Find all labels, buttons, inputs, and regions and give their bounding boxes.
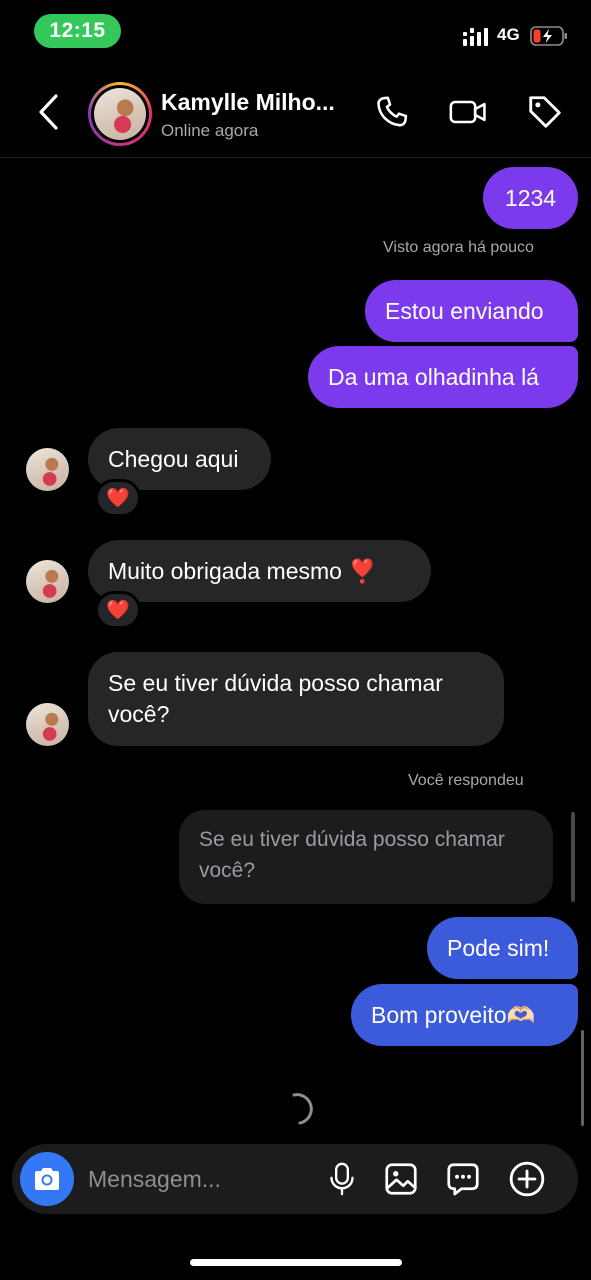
heart-reaction[interactable]: ❤️	[95, 591, 141, 629]
status-bar: 12:15 4G	[0, 0, 591, 62]
more-options-button[interactable]	[508, 1160, 546, 1198]
status-time: 12:15	[34, 14, 121, 48]
contact-avatar-small[interactable]	[26, 448, 69, 491]
tag-icon	[529, 96, 561, 128]
signal-icon	[463, 28, 488, 46]
sticker-icon	[447, 1163, 479, 1196]
camera-icon	[35, 1168, 59, 1190]
video-camera-icon	[449, 100, 486, 124]
sent-message[interactable]: Estou enviando	[365, 280, 578, 342]
camera-button[interactable]	[20, 1152, 74, 1206]
contact-avatar-small[interactable]	[26, 703, 69, 746]
message-text: Estou enviando	[385, 297, 544, 324]
sent-message[interactable]: Bom proveito🫶🏻	[351, 984, 578, 1046]
loading-spinner-icon	[292, 1093, 313, 1125]
heart-icon: ❤️	[106, 488, 130, 509]
network-label: 4G	[497, 25, 520, 44]
gallery-icon	[385, 1163, 417, 1195]
sent-message[interactable]: Da uma olhadinha lá	[308, 346, 578, 408]
message-text: Chegou aqui	[108, 445, 239, 472]
message-text-line: você?	[108, 701, 170, 727]
message-input[interactable]	[88, 1162, 308, 1196]
microphone-icon	[330, 1162, 354, 1196]
voice-message-button[interactable]	[323, 1160, 361, 1198]
phone-icon	[377, 96, 408, 127]
chat-header: Kamylle Milho... Online agora	[0, 62, 591, 158]
heart-icon: ❤️	[106, 600, 130, 621]
message-text: Pode sim!	[447, 934, 550, 961]
reply-indicator-bar	[571, 812, 575, 902]
sticker-button[interactable]	[444, 1160, 482, 1198]
message-composer	[12, 1144, 578, 1214]
received-message[interactable]: Muito obrigada mesmo ❣️	[88, 540, 431, 602]
contact-avatar-small[interactable]	[26, 560, 69, 603]
video-call-button[interactable]	[448, 92, 488, 132]
message-text: Bom proveito🫶🏻	[371, 1001, 536, 1028]
message-text: 1234	[504, 184, 557, 211]
add-icon	[509, 1161, 545, 1197]
scrollbar[interactable]	[581, 1030, 584, 1126]
voice-call-button[interactable]	[372, 92, 412, 132]
received-message[interactable]: Se eu tiver dúvida posso chamar você?	[88, 652, 504, 746]
message-text-line: Se eu tiver dúvida posso chamar	[108, 670, 443, 696]
back-button[interactable]	[28, 90, 68, 134]
avatar-photo	[94, 88, 146, 140]
heart-reaction[interactable]: ❤️	[95, 479, 141, 517]
message-text: Da uma olhadinha lá	[328, 363, 539, 390]
tag-button[interactable]	[525, 92, 565, 132]
home-indicator[interactable]	[190, 1259, 402, 1266]
contact-status: Online agora	[161, 121, 259, 140]
sent-message[interactable]: 1234	[483, 167, 578, 229]
contact-avatar[interactable]	[88, 82, 152, 146]
battery-icon	[530, 26, 567, 46]
reply-label: Você respondeu	[408, 772, 524, 789]
sent-message[interactable]: Pode sim!	[427, 917, 578, 979]
reply-quote[interactable]: Se eu tiver dúvida posso chamar você?	[179, 810, 553, 904]
quote-text-line: você?	[199, 859, 256, 882]
contact-name[interactable]: Kamylle Milho...	[161, 89, 335, 116]
quote-text-line: Se eu tiver dúvida posso chamar	[199, 828, 505, 851]
back-icon	[39, 94, 58, 130]
message-text: Muito obrigada mesmo ❣️	[108, 557, 377, 584]
gallery-button[interactable]	[382, 1160, 420, 1198]
seen-receipt: Visto agora há pouco	[383, 239, 534, 256]
